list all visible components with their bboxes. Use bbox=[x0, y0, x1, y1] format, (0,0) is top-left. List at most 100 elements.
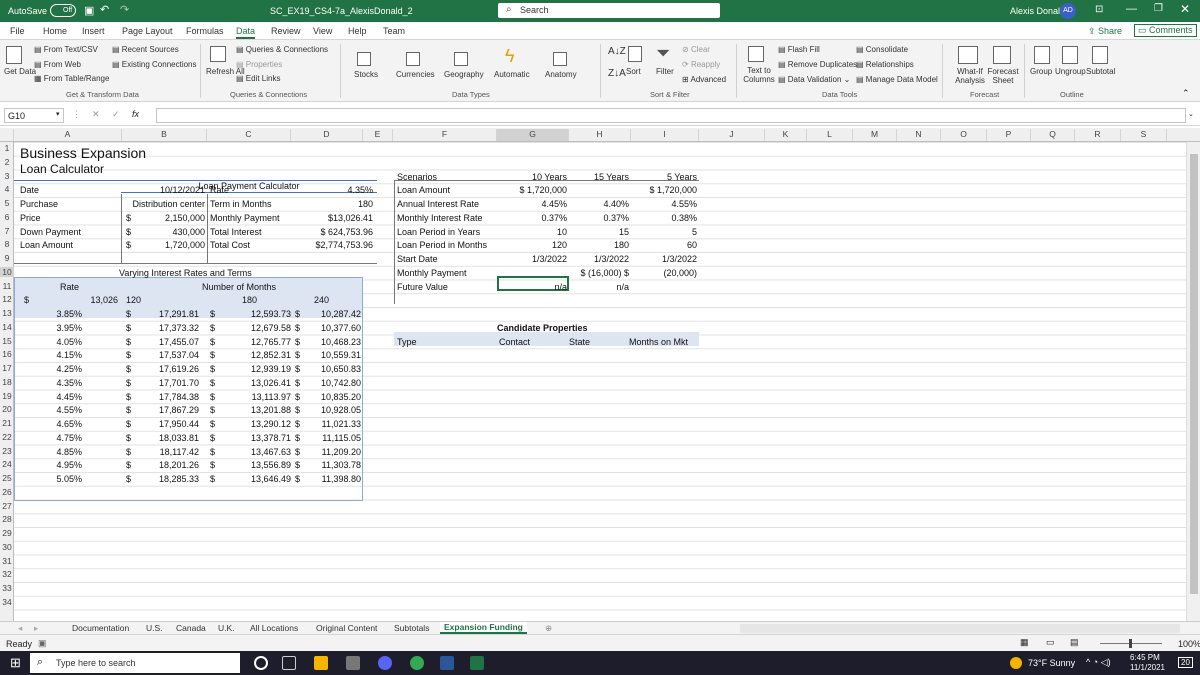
row-header[interactable]: 21 bbox=[0, 418, 14, 428]
scenario-value[interactable]: 0.38% bbox=[631, 212, 697, 224]
data-validation-button[interactable]: ▤ Data Validation ⌄ bbox=[778, 75, 850, 84]
rate-value[interactable]: 4.35% bbox=[24, 377, 82, 389]
automatic-button[interactable]: Automatic bbox=[494, 70, 530, 79]
zoom-slider-thumb[interactable] bbox=[1129, 639, 1132, 648]
word-icon[interactable] bbox=[440, 656, 454, 670]
scenario-label[interactable]: Loan Period in Years bbox=[397, 226, 480, 238]
ungroup-icon[interactable] bbox=[1062, 46, 1078, 64]
tab-team[interactable]: Team bbox=[383, 26, 405, 36]
scenario-value[interactable]: 5 bbox=[631, 226, 697, 238]
row-header[interactable]: 2 bbox=[0, 157, 14, 167]
scenario-label[interactable]: Annual Interest Rate bbox=[397, 198, 479, 210]
column-header[interactable]: F bbox=[393, 129, 497, 141]
select-all-corner[interactable] bbox=[0, 129, 14, 141]
payment-value[interactable]: 17,867.29 bbox=[122, 404, 199, 416]
group-button[interactable]: Group bbox=[1030, 67, 1052, 76]
column-header[interactable]: C bbox=[207, 129, 291, 141]
ungroup-button[interactable]: Ungroup bbox=[1055, 67, 1086, 76]
stocks-icon[interactable] bbox=[357, 52, 371, 66]
avatar[interactable]: AD bbox=[1060, 3, 1076, 19]
row-header[interactable]: 16 bbox=[0, 349, 14, 359]
currencies-button[interactable]: Currencies bbox=[396, 70, 435, 79]
payment-value[interactable]: 13,290.12 bbox=[207, 418, 291, 430]
row-header[interactable]: 14 bbox=[0, 322, 14, 332]
sort-az-icon[interactable]: A↓Z bbox=[608, 46, 626, 57]
column-header[interactable]: R bbox=[1075, 129, 1121, 141]
scenario-label[interactable]: Monthly Payment bbox=[397, 267, 467, 279]
refresh-icon[interactable] bbox=[210, 46, 226, 62]
scenario-label[interactable]: Future Value bbox=[397, 281, 448, 293]
edit-links-button[interactable]: ▤ Edit Links bbox=[236, 74, 280, 83]
tab-page-layout[interactable]: Page Layout bbox=[122, 26, 173, 36]
payment-value[interactable]: 18,033.81 bbox=[122, 432, 199, 444]
column-header[interactable]: H bbox=[569, 129, 631, 141]
row-header[interactable]: 29 bbox=[0, 528, 14, 538]
weather-icon[interactable] bbox=[1010, 657, 1022, 669]
rate-value[interactable]: 4.95% bbox=[24, 459, 82, 471]
input-value[interactable]: 430,000 bbox=[122, 226, 205, 238]
row-header[interactable]: 1 bbox=[0, 143, 14, 153]
sheet-tab-canada[interactable]: Canada bbox=[176, 623, 206, 633]
weather-text[interactable]: 73°F Sunny bbox=[1028, 658, 1075, 668]
row-header[interactable]: 4 bbox=[0, 184, 14, 194]
sheet-tab-uk[interactable]: U.K. bbox=[218, 623, 235, 633]
column-header[interactable]: S bbox=[1121, 129, 1167, 141]
output-label[interactable]: Term in Months bbox=[210, 198, 272, 210]
input-value[interactable]: 2,150,000 bbox=[122, 212, 205, 224]
tab-data[interactable]: Data bbox=[236, 26, 256, 39]
payment-value[interactable]: 12,852.31 bbox=[207, 349, 291, 361]
row-header[interactable]: 7 bbox=[0, 226, 14, 236]
payment-value[interactable]: 12,679.58 bbox=[207, 322, 291, 334]
geography-button[interactable]: Geography bbox=[444, 70, 484, 79]
clock-time[interactable]: 6:45 PM bbox=[1130, 653, 1160, 662]
rate-value[interactable]: 4.75% bbox=[24, 432, 82, 444]
restore-icon[interactable]: ❐ bbox=[1154, 3, 1163, 14]
row-header[interactable]: 24 bbox=[0, 459, 14, 469]
what-if-button[interactable]: What-If Analysis bbox=[952, 67, 988, 85]
row-header[interactable]: 11 bbox=[0, 281, 14, 291]
properties-button[interactable]: ▤ Properties bbox=[236, 60, 282, 69]
tray-icons[interactable]: ^ ◔ ◁) bbox=[1086, 657, 1111, 668]
sort-button[interactable]: Sort bbox=[626, 67, 641, 76]
scenario-value[interactable]: 1/3/2022 bbox=[569, 253, 629, 265]
payment-value[interactable]: 13,026.41 bbox=[207, 377, 291, 389]
column-header[interactable]: M bbox=[853, 129, 897, 141]
input-value[interactable]: Distribution center bbox=[122, 198, 205, 210]
macro-icon[interactable]: ▣ bbox=[38, 638, 47, 649]
payment-value[interactable]: 13,378.71 bbox=[207, 432, 291, 444]
row-header[interactable]: 27 bbox=[0, 501, 14, 511]
vertical-scrollbar[interactable] bbox=[1186, 142, 1200, 621]
anatomy-button[interactable]: Anatomy bbox=[545, 70, 577, 79]
row-header[interactable]: 17 bbox=[0, 363, 14, 373]
payment-value[interactable]: 11,209.20 bbox=[291, 446, 361, 458]
save-icon[interactable]: ▣ bbox=[84, 4, 94, 17]
existing-connections-button[interactable]: ▤ Existing Connections bbox=[112, 60, 197, 69]
scenario-value[interactable]: 10 bbox=[497, 226, 567, 238]
filter-button[interactable]: Filter bbox=[656, 67, 674, 76]
scenario-value[interactable]: $ 1,720,000 bbox=[631, 184, 697, 196]
from-web-button[interactable]: ▤ From Web bbox=[34, 60, 81, 69]
payment-value[interactable]: 18,201.26 bbox=[122, 459, 199, 471]
payment-value[interactable]: 18,285.33 bbox=[122, 473, 199, 485]
output-value[interactable]: $13,026.41 bbox=[291, 212, 373, 224]
payment-value[interactable]: 10,928.05 bbox=[291, 404, 361, 416]
row-header[interactable]: 33 bbox=[0, 583, 14, 593]
close-icon[interactable]: ✕ bbox=[1180, 2, 1190, 16]
candidate-properties-title[interactable]: Candidate Properties bbox=[497, 322, 588, 334]
undo-icon[interactable]: ↶ bbox=[100, 3, 109, 16]
scenario-column-header[interactable]: 15 Years bbox=[569, 171, 629, 183]
scenario-value[interactable]: $ (16,000) $ bbox=[569, 267, 629, 279]
geography-icon[interactable] bbox=[454, 52, 468, 66]
windows-start-icon[interactable]: ⊞ bbox=[10, 655, 21, 671]
page-layout-view-icon[interactable]: ▭ bbox=[1046, 637, 1055, 648]
payment-value[interactable]: 10,650.83 bbox=[291, 363, 361, 375]
candidate-column-header[interactable]: Type bbox=[397, 336, 417, 348]
rate-value[interactable]: 4.05% bbox=[24, 336, 82, 348]
input-value[interactable]: 1,720,000 bbox=[122, 239, 205, 251]
relationships-button[interactable]: ▤ Relationships bbox=[856, 60, 914, 69]
term-header[interactable]: 240 bbox=[314, 294, 364, 306]
search-box[interactable]: ⌕ Search bbox=[498, 3, 720, 18]
payment-value[interactable]: 17,950.44 bbox=[122, 418, 199, 430]
payment-value[interactable]: 17,373.32 bbox=[122, 322, 199, 334]
scenario-value[interactable]: 1/3/2022 bbox=[631, 253, 697, 265]
